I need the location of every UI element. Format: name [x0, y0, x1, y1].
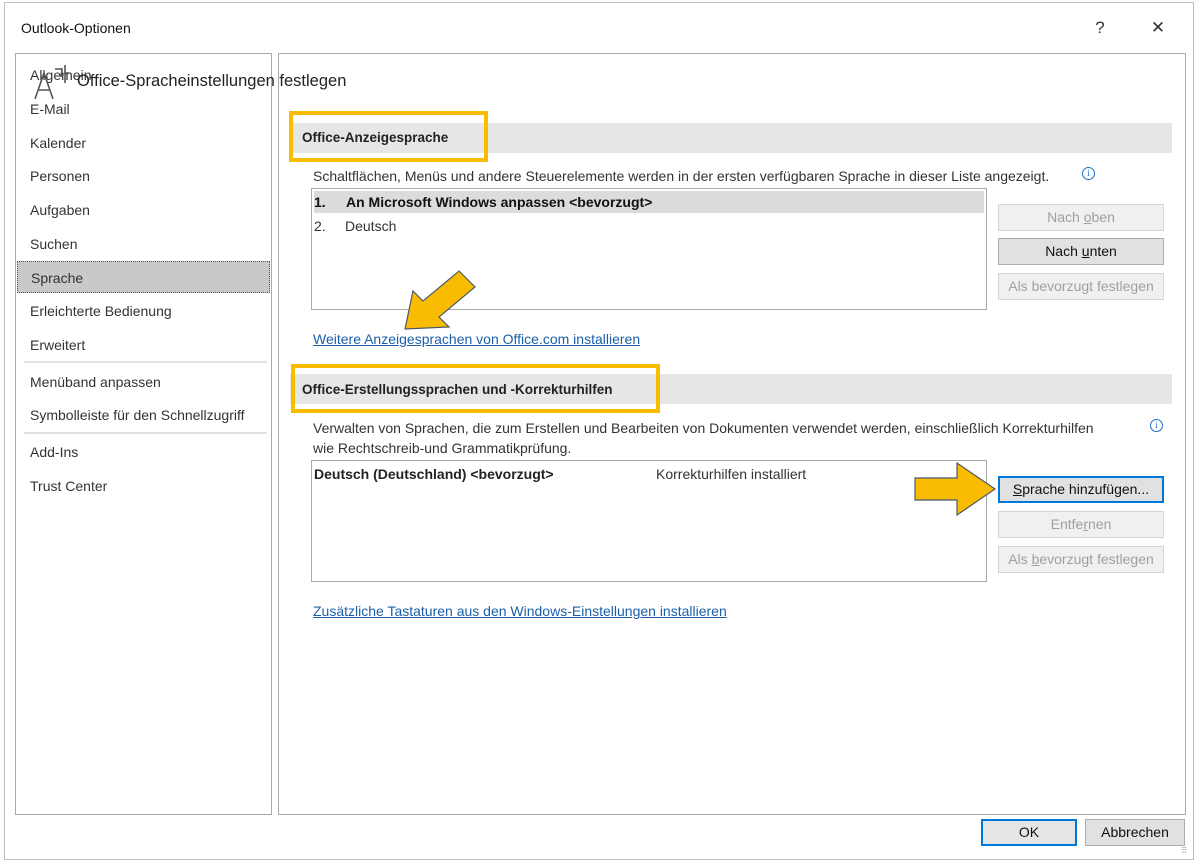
sidebar-item-symbolleiste[interactable]: Symbolleiste für den Schnellzugriff: [17, 399, 270, 431]
sidebar-item-suchen[interactable]: Suchen: [17, 228, 270, 260]
list-item[interactable]: Deutsch (Deutschland) <bevorzugt> Korrek…: [314, 463, 984, 485]
add-language-button[interactable]: Sprache hinzufügen...: [998, 476, 1164, 503]
display-language-description: Schaltflächen, Menüs und andere Steuerel…: [313, 168, 1050, 184]
sidebar-nav: Allgemein E-Mail Kalender Personen Aufga…: [15, 53, 272, 815]
move-up-button[interactable]: Nach oben: [998, 204, 1164, 231]
help-button[interactable]: ?: [1087, 15, 1113, 41]
page-heading: Office-Spracheinstellungen festlegen: [77, 72, 347, 90]
authoring-language-list[interactable]: Deutsch (Deutschland) <bevorzugt> Korrek…: [311, 460, 987, 582]
options-dialog: Outlook-Optionen ? ✕ Allgemein E-Mail Ka…: [4, 2, 1194, 860]
sidebar-item-kalender[interactable]: Kalender: [17, 127, 270, 159]
set-preferred-display-button[interactable]: Als bevorzugt festlegen: [998, 273, 1164, 300]
window-title: Outlook-Optionen: [21, 20, 131, 36]
cancel-button[interactable]: Abbrechen: [1085, 819, 1185, 846]
ok-button[interactable]: OK: [981, 819, 1077, 846]
sidebar-item-add-ins[interactable]: Add-Ins: [17, 436, 270, 468]
sidebar-item-erweitert[interactable]: Erweitert: [17, 329, 270, 361]
list-item-number: 1.: [314, 194, 326, 210]
sidebar-item-erleichterte-bedienung[interactable]: Erleichterte Bedienung: [17, 295, 270, 327]
list-item-label: Deutsch: [345, 218, 397, 234]
list-item-language: Deutsch (Deutschland) <bevorzugt>: [314, 466, 554, 482]
sidebar-item-sprache[interactable]: Sprache: [17, 261, 270, 293]
move-down-button[interactable]: Nach unten: [998, 238, 1164, 265]
remove-language-button[interactable]: Entfernen: [998, 511, 1164, 538]
list-item[interactable]: 1. An Microsoft Windows anpassen <bevorz…: [314, 191, 984, 213]
close-button[interactable]: ✕: [1145, 15, 1171, 41]
language-icon: [34, 65, 69, 100]
set-preferred-authoring-button[interactable]: Als bevorzugt festlegen: [998, 546, 1164, 573]
arrow-icon: [404, 270, 476, 330]
list-item-status: Korrekturhilfen installiert: [656, 466, 807, 482]
install-keyboards-link[interactable]: Zusätzliche Tastaturen aus den Windows-E…: [313, 603, 727, 619]
authoring-description: Verwalten von Sprachen, die zum Erstelle…: [313, 420, 1094, 456]
sidebar-divider: [24, 361, 267, 363]
info-icon[interactable]: i: [1082, 167, 1095, 180]
info-icon[interactable]: i: [1150, 419, 1163, 432]
sidebar-divider: [24, 432, 267, 434]
list-item[interactable]: 2. Deutsch: [314, 215, 984, 237]
highlight-box: [291, 364, 660, 413]
sidebar-item-trust-center[interactable]: Trust Center: [17, 470, 270, 502]
highlight-box: [289, 111, 488, 162]
sidebar-item-menueband-anpassen[interactable]: Menüband anpassen: [17, 366, 270, 398]
arrow-icon: [914, 461, 997, 517]
sidebar-item-aufgaben[interactable]: Aufgaben: [17, 194, 270, 226]
list-item-label: An Microsoft Windows anpassen <bevorzugt…: [346, 194, 653, 210]
resize-grip-icon[interactable]: ⠿: [1181, 846, 1187, 855]
list-item-number: 2.: [314, 218, 326, 234]
close-icon: ✕: [1150, 18, 1166, 37]
sidebar-item-personen[interactable]: Personen: [17, 160, 270, 192]
